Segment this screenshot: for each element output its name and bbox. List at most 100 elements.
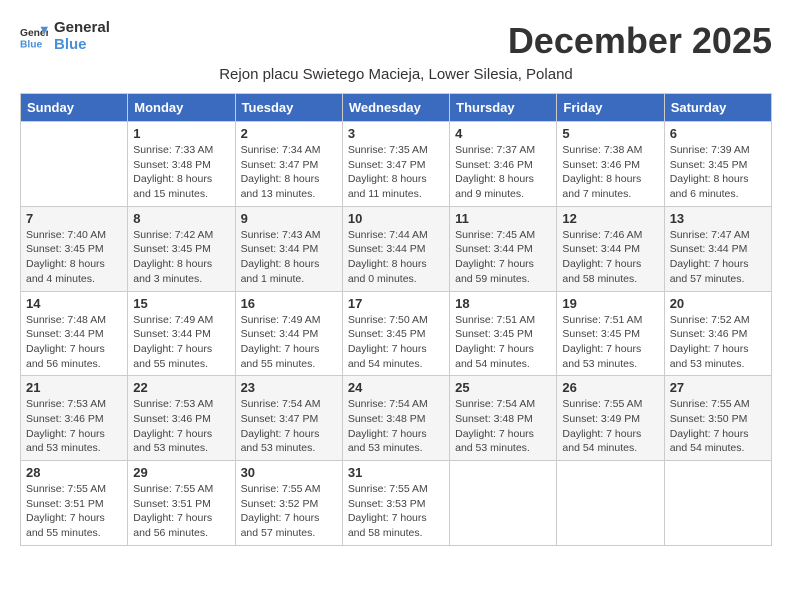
calendar-header-row: SundayMondayTuesdayWednesdayThursdayFrid… — [21, 94, 772, 122]
calendar-cell: 2Sunrise: 7:34 AMSunset: 3:47 PMDaylight… — [235, 122, 342, 207]
weekday-header-thursday: Thursday — [450, 94, 557, 122]
calendar-cell: 19 Sunrise: 7:51 AMSunset: 3:45 PMDayligh… — [557, 291, 664, 376]
calendar-cell: 5 Sunrise: 7:38 AMSunset: 3:46 PMDaylight… — [557, 122, 664, 207]
calendar-cell: 7Sunrise: 7:40 AMSunset: 3:45 PMDaylight… — [21, 206, 128, 291]
calendar-cell: 10 Sunrise: 7:44 AMSunset: 3:44 PMDayligh… — [342, 206, 449, 291]
day-info: Sunrise: 7:55 AMSunset: 3:53 PMDaylight:… — [348, 482, 444, 541]
day-info: Sunrise: 7:54 AMSunset: 3:47 PMDaylight:… — [241, 397, 337, 456]
calendar-cell: 20 Sunrise: 7:52 AMSunset: 3:46 PMDayligh… — [664, 291, 771, 376]
day-number: 31 — [348, 465, 444, 480]
day-number: 18 — [455, 296, 551, 311]
weekday-header-saturday: Saturday — [664, 94, 771, 122]
day-info: Sunrise: 7:37 AMSunset: 3:46 PMDaylight:… — [455, 143, 551, 202]
day-number: 13 — [670, 211, 766, 226]
weekday-header-tuesday: Tuesday — [235, 94, 342, 122]
weekday-header-sunday: Sunday — [21, 94, 128, 122]
day-number: 27 — [670, 380, 766, 395]
day-info: Sunrise: 7:54 AMSunset: 3:48 PMDaylight:… — [455, 397, 551, 456]
calendar-cell: 6Sunrise: 7:39 AMSunset: 3:45 PMDaylight… — [664, 122, 771, 207]
day-number: 15 — [133, 296, 229, 311]
calendar-cell: 8 Sunrise: 7:42 AMSunset: 3:45 PMDaylight… — [128, 206, 235, 291]
calendar-cell: 12Sunrise: 7:46 AMSunset: 3:44 PMDayligh… — [557, 206, 664, 291]
month-title: December 2025 — [508, 20, 772, 62]
day-number: 24 — [348, 380, 444, 395]
day-number: 30 — [241, 465, 337, 480]
calendar-cell: 26 Sunrise: 7:55 AMSunset: 3:49 PMDayligh… — [557, 376, 664, 461]
day-info: Sunrise: 7:39 AMSunset: 3:45 PMDaylight:… — [670, 143, 766, 202]
day-number: 8 — [133, 211, 229, 226]
calendar-cell: 17 Sunrise: 7:50 AMSunset: 3:45 PMDayligh… — [342, 291, 449, 376]
day-number: 21 — [26, 380, 122, 395]
day-number: 19 — [562, 296, 658, 311]
day-info: Sunrise: 7:46 AMSunset: 3:44 PMDaylight:… — [562, 228, 658, 287]
day-number: 17 — [348, 296, 444, 311]
day-number: 3 — [348, 126, 444, 141]
calendar-cell: 3 Sunrise: 7:35 AMSunset: 3:47 PMDaylight… — [342, 122, 449, 207]
calendar-cell: 13 Sunrise: 7:47 AMSunset: 3:44 PMDayligh… — [664, 206, 771, 291]
calendar-week-row: 21 Sunrise: 7:53 AMSunset: 3:46 PMDayligh… — [21, 376, 772, 461]
page-header: General Blue General Blue December 2025 — [20, 20, 772, 62]
day-number: 16 — [241, 296, 337, 311]
day-info: Sunrise: 7:55 AMSunset: 3:49 PMDaylight:… — [562, 397, 658, 456]
logo-icon: General Blue — [20, 23, 48, 51]
logo-general-text: General — [54, 20, 110, 37]
day-number: 26 — [562, 380, 658, 395]
calendar-cell: 11Sunrise: 7:45 AMSunset: 3:44 PMDayligh… — [450, 206, 557, 291]
calendar-cell: 14Sunrise: 7:48 AMSunset: 3:44 PMDayligh… — [21, 291, 128, 376]
day-info: Sunrise: 7:43 AMSunset: 3:44 PMDaylight:… — [241, 228, 337, 287]
calendar-cell — [664, 461, 771, 546]
day-number: 25 — [455, 380, 551, 395]
calendar-week-row: 28Sunrise: 7:55 AMSunset: 3:51 PMDayligh… — [21, 461, 772, 546]
calendar-cell: 9 Sunrise: 7:43 AMSunset: 3:44 PMDaylight… — [235, 206, 342, 291]
calendar-cell: 21 Sunrise: 7:53 AMSunset: 3:46 PMDayligh… — [21, 376, 128, 461]
day-number: 9 — [241, 211, 337, 226]
day-info: Sunrise: 7:52 AMSunset: 3:46 PMDaylight:… — [670, 313, 766, 372]
day-info: Sunrise: 7:51 AMSunset: 3:45 PMDaylight:… — [562, 313, 658, 372]
weekday-header-friday: Friday — [557, 94, 664, 122]
day-number: 1 — [133, 126, 229, 141]
day-number: 23 — [241, 380, 337, 395]
calendar-week-row: 1 Sunrise: 7:33 AMSunset: 3:48 PMDaylight… — [21, 122, 772, 207]
day-info: Sunrise: 7:50 AMSunset: 3:45 PMDaylight:… — [348, 313, 444, 372]
calendar-cell: 18Sunrise: 7:51 AMSunset: 3:45 PMDayligh… — [450, 291, 557, 376]
day-info: Sunrise: 7:48 AMSunset: 3:44 PMDaylight:… — [26, 313, 122, 372]
day-number: 29 — [133, 465, 229, 480]
calendar-cell: 30Sunrise: 7:55 AMSunset: 3:52 PMDayligh… — [235, 461, 342, 546]
day-info: Sunrise: 7:38 AMSunset: 3:46 PMDaylight:… — [562, 143, 658, 202]
day-info: Sunrise: 7:49 AMSunset: 3:44 PMDaylight:… — [133, 313, 229, 372]
day-info: Sunrise: 7:53 AMSunset: 3:46 PMDaylight:… — [133, 397, 229, 456]
day-info: Sunrise: 7:55 AMSunset: 3:50 PMDaylight:… — [670, 397, 766, 456]
day-number: 10 — [348, 211, 444, 226]
calendar-cell: 1 Sunrise: 7:33 AMSunset: 3:48 PMDaylight… — [128, 122, 235, 207]
day-number: 5 — [562, 126, 658, 141]
day-info: Sunrise: 7:44 AMSunset: 3:44 PMDaylight:… — [348, 228, 444, 287]
calendar-week-row: 7Sunrise: 7:40 AMSunset: 3:45 PMDaylight… — [21, 206, 772, 291]
weekday-header-monday: Monday — [128, 94, 235, 122]
calendar-cell — [21, 122, 128, 207]
day-info: Sunrise: 7:34 AMSunset: 3:47 PMDaylight:… — [241, 143, 337, 202]
calendar-cell: 28Sunrise: 7:55 AMSunset: 3:51 PMDayligh… — [21, 461, 128, 546]
calendar-cell: 15 Sunrise: 7:49 AMSunset: 3:44 PMDayligh… — [128, 291, 235, 376]
day-info: Sunrise: 7:49 AMSunset: 3:44 PMDaylight:… — [241, 313, 337, 372]
page-subtitle: Rejon placu Swietego Macieja, Lower Sile… — [20, 66, 772, 83]
day-info: Sunrise: 7:33 AMSunset: 3:48 PMDaylight:… — [133, 143, 229, 202]
day-info: Sunrise: 7:55 AMSunset: 3:51 PMDaylight:… — [26, 482, 122, 541]
calendar-cell: 31 Sunrise: 7:55 AMSunset: 3:53 PMDayligh… — [342, 461, 449, 546]
calendar-week-row: 14Sunrise: 7:48 AMSunset: 3:44 PMDayligh… — [21, 291, 772, 376]
day-info: Sunrise: 7:47 AMSunset: 3:44 PMDaylight:… — [670, 228, 766, 287]
day-info: Sunrise: 7:53 AMSunset: 3:46 PMDaylight:… — [26, 397, 122, 456]
calendar-cell: 27 Sunrise: 7:55 AMSunset: 3:50 PMDayligh… — [664, 376, 771, 461]
calendar-table: SundayMondayTuesdayWednesdayThursdayFrid… — [20, 93, 772, 546]
day-info: Sunrise: 7:54 AMSunset: 3:48 PMDaylight:… — [348, 397, 444, 456]
calendar-cell: 22 Sunrise: 7:53 AMSunset: 3:46 PMDayligh… — [128, 376, 235, 461]
day-info: Sunrise: 7:40 AMSunset: 3:45 PMDaylight:… — [26, 228, 122, 287]
day-info: Sunrise: 7:45 AMSunset: 3:44 PMDaylight:… — [455, 228, 551, 287]
logo-blue-text: Blue — [54, 37, 110, 54]
day-info: Sunrise: 7:35 AMSunset: 3:47 PMDaylight:… — [348, 143, 444, 202]
day-number: 20 — [670, 296, 766, 311]
day-info: Sunrise: 7:42 AMSunset: 3:45 PMDaylight:… — [133, 228, 229, 287]
day-info: Sunrise: 7:55 AMSunset: 3:51 PMDaylight:… — [133, 482, 229, 541]
svg-text:Blue: Blue — [20, 39, 43, 50]
day-number: 22 — [133, 380, 229, 395]
calendar-cell: 23 Sunrise: 7:54 AMSunset: 3:47 PMDayligh… — [235, 376, 342, 461]
